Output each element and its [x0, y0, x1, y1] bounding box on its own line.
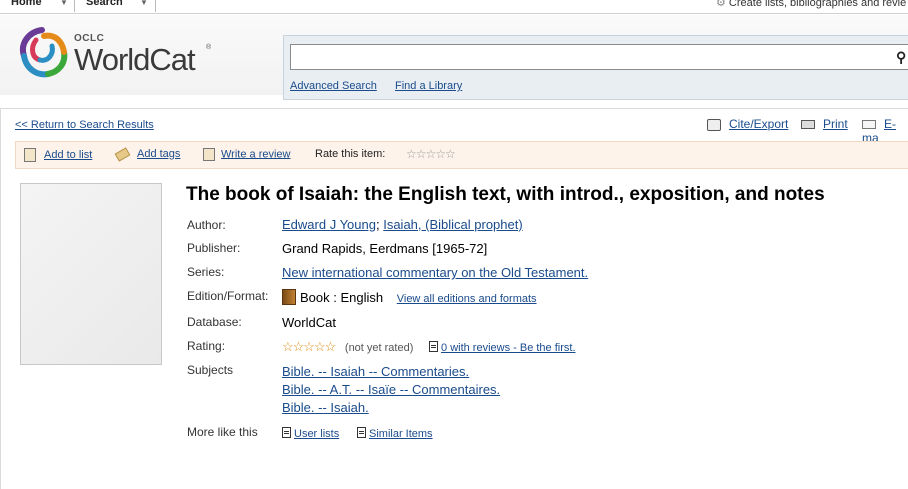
subject-link[interactable]: Bible. -- Isaiah.	[282, 400, 369, 415]
not-yet-rated-text: (not yet rated)	[344, 342, 414, 354]
author-link-isaiah[interactable]: Isaiah, (Biblical prophet)	[383, 217, 522, 232]
search-dropdown-icon[interactable]: ▼	[140, 0, 148, 7]
envelope-icon	[862, 120, 876, 130]
cite-icon	[707, 118, 721, 131]
left-border	[0, 109, 1, 489]
rating-stars: ☆☆☆☆☆	[282, 339, 336, 354]
document-icon	[429, 341, 439, 352]
header-divider	[0, 108, 908, 109]
database-label: Database:	[187, 315, 242, 329]
edition-format-value: Book : English View all editions and for…	[282, 289, 537, 305]
worldcat-logo[interactable]: OCLC WorldCat ®	[14, 26, 214, 86]
list-icon	[24, 148, 36, 162]
top-nav: Home ▼ Search ▼ ⚙ Create lists, bibliogr…	[0, 0, 908, 14]
document-icon	[282, 427, 291, 438]
rating-label: Rating:	[187, 339, 226, 353]
worldcat-swirl-icon	[20, 27, 68, 78]
similar-items-action[interactable]: Similar Items	[357, 427, 433, 440]
publisher-value: Grand Rapids, Eerdmans [1965-72]	[282, 241, 488, 256]
rate-this-item-label: Rate this item:	[315, 148, 386, 160]
rating-input-stars[interactable]: ☆☆☆☆☆	[406, 147, 456, 161]
rating-value: ☆☆☆☆☆ (not yet rated) 0 with reviews - B…	[282, 339, 576, 355]
gear-icon: ⚙	[716, 0, 729, 9]
registered-mark: ®	[206, 44, 212, 51]
edition-format-label: Edition/Format:	[187, 289, 269, 303]
more-like-this-label: More like this	[187, 425, 258, 439]
author-label: Author:	[187, 218, 226, 232]
add-tags-link[interactable]: Add tags	[137, 148, 180, 160]
view-all-editions-link[interactable]: View all editions and formats	[397, 293, 537, 305]
author-link-young[interactable]: Edward J Young	[282, 217, 376, 232]
find-a-library-link[interactable]: Find a Library	[395, 80, 462, 92]
nav-divider	[74, 0, 75, 12]
add-to-list-link[interactable]: Add to list	[44, 149, 92, 161]
subject-link[interactable]: Bible. -- A.T. -- Isaïe -- Commentaires.	[282, 382, 500, 397]
book-icon	[282, 289, 296, 305]
cite-export-link[interactable]: Cite/Export	[729, 117, 788, 131]
worldcat-wordmark: WorldCat	[74, 42, 196, 77]
subjects-label: Subjects	[187, 363, 234, 377]
write-review-action[interactable]: Write a review	[203, 148, 290, 161]
create-lists-link[interactable]: ⚙ Create lists, bibliographies and revie	[716, 0, 906, 9]
document-icon	[357, 427, 366, 438]
search-input[interactable]	[290, 44, 908, 70]
subject-link[interactable]: Bible. -- Isaiah -- Commentaries.	[282, 364, 469, 379]
write-review-link[interactable]: Write a review	[221, 148, 290, 160]
similar-items-link[interactable]: Similar Items	[369, 428, 433, 440]
home-dropdown-icon[interactable]: ▼	[60, 0, 68, 7]
advanced-search-link[interactable]: Advanced Search	[290, 80, 377, 92]
tag-icon	[114, 146, 131, 162]
series-label: Series:	[187, 265, 225, 279]
publisher-label: Publisher:	[187, 241, 241, 255]
add-tags-action[interactable]: Add tags	[114, 146, 180, 162]
print-action[interactable]: Print	[801, 117, 848, 131]
nav-home[interactable]: Home	[11, 0, 42, 8]
return-to-results-link[interactable]: << Return to Search Results	[15, 119, 154, 131]
search-icon[interactable]: ⚲	[896, 49, 906, 66]
database-value: WorldCat	[282, 315, 336, 330]
nav-divider	[155, 0, 156, 12]
series-link[interactable]: New international commentary on the Old …	[282, 265, 588, 280]
user-lists-action[interactable]: User lists	[282, 427, 339, 440]
header: OCLC WorldCat ® ⚲ Advanced Search Find a…	[0, 15, 908, 100]
cite-export-action[interactable]: Cite/Export	[707, 117, 788, 131]
record-title: The book of Isaiah: the English text, wi…	[186, 184, 825, 205]
reviews-link[interactable]: 0 with reviews - Be the first.	[441, 342, 576, 354]
user-lists-link[interactable]: User lists	[294, 428, 339, 440]
nav-search[interactable]: Search	[86, 0, 123, 8]
review-icon	[203, 148, 215, 161]
add-to-list-action[interactable]: Add to list	[24, 148, 92, 162]
reviews-action[interactable]: 0 with reviews - Be the first.	[429, 339, 576, 354]
print-link[interactable]: Print	[823, 117, 848, 131]
book-cover-placeholder	[20, 183, 162, 365]
item-toolbar: Add to list Add tags Write a review Rate…	[15, 141, 908, 169]
search-panel: ⚲ Advanced Search Find a Library	[283, 35, 908, 100]
printer-icon	[801, 120, 815, 130]
author-value: Edward J Young; Isaiah, (Biblical prophe…	[282, 217, 523, 232]
